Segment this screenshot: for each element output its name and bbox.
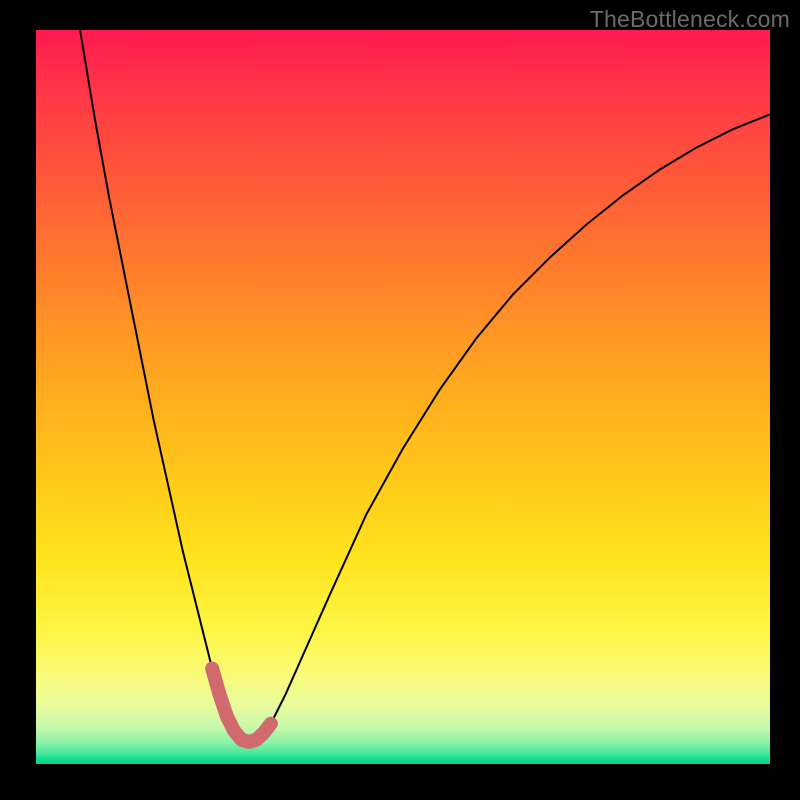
series-group bbox=[80, 30, 770, 742]
series-optimal-marker bbox=[212, 669, 271, 742]
watermark-text: TheBottleneck.com bbox=[590, 6, 790, 33]
plot-svg bbox=[36, 30, 770, 764]
series-bottleneck-curve bbox=[80, 30, 770, 742]
chart-frame: TheBottleneck.com bbox=[0, 0, 800, 800]
plot-area bbox=[36, 30, 770, 764]
